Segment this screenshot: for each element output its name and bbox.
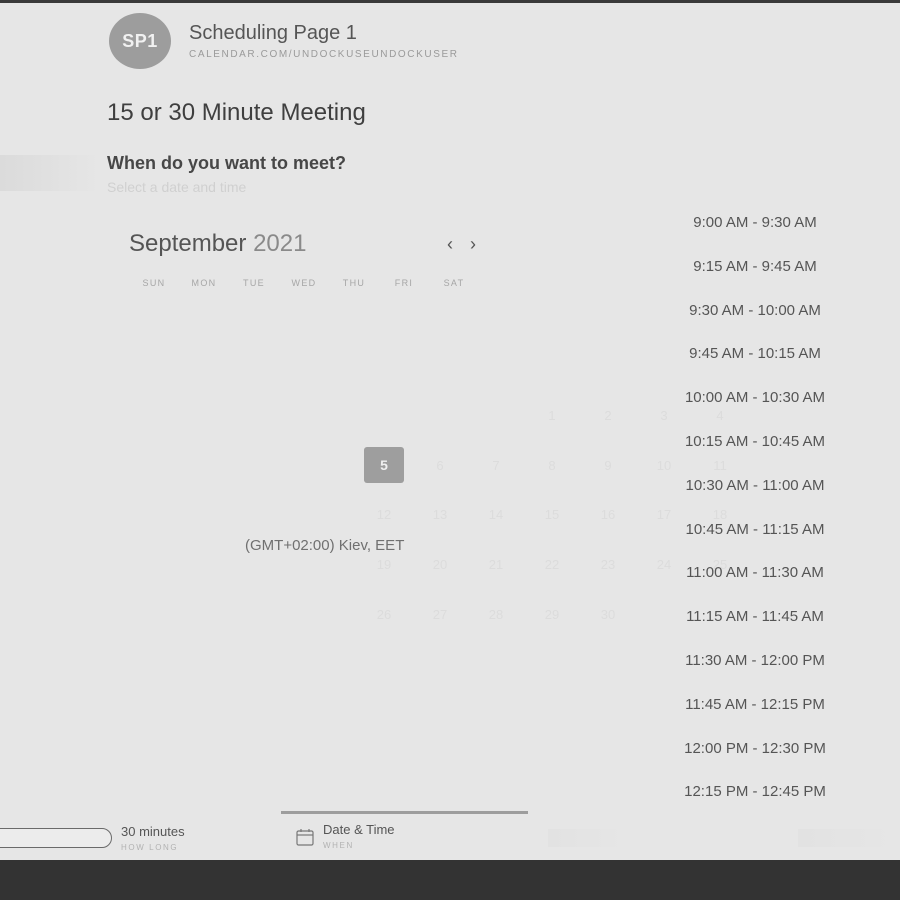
- calendar-day[interactable]: 9: [588, 447, 628, 483]
- time-slot[interactable]: 11:15 AM - 11:45 AM: [675, 597, 835, 637]
- left-shadow-strip: [0, 155, 100, 191]
- calendar-day[interactable]: 29: [532, 596, 572, 632]
- weekday-label: WED: [291, 278, 317, 288]
- time-slot[interactable]: 12:00 PM - 12:30 PM: [675, 729, 835, 769]
- duration-toggle[interactable]: [0, 828, 112, 848]
- time-slot[interactable]: 10:00 AM - 10:30 AM: [675, 378, 835, 418]
- calendar-day[interactable]: 30: [588, 596, 628, 632]
- weekday-label: TUE: [243, 278, 265, 288]
- time-slot[interactable]: 11:45 AM - 12:15 PM: [675, 685, 835, 725]
- calendar-day[interactable]: 15: [532, 496, 572, 532]
- select-hint: Select a date and time: [107, 179, 247, 195]
- next-month-button[interactable]: ›: [464, 233, 482, 255]
- calendar-icon: [296, 829, 314, 846]
- time-slot[interactable]: 9:00 AM - 9:30 AM: [675, 203, 835, 243]
- bottom-bar: [0, 860, 900, 900]
- weekday-label: FRI: [394, 278, 414, 288]
- calendar-day[interactable]: 7: [476, 447, 516, 483]
- duration-caption: HOW LONG: [121, 843, 179, 852]
- time-slot[interactable]: 9:30 AM - 10:00 AM: [675, 291, 835, 331]
- calendar-day[interactable]: 16: [588, 496, 628, 532]
- weekday-label: SAT: [443, 278, 465, 288]
- avatar: SP1: [109, 13, 171, 69]
- time-slot[interactable]: 10:15 AM - 10:45 AM: [675, 422, 835, 462]
- calendar-day[interactable]: 20: [420, 546, 460, 582]
- datetime-step[interactable]: Date & Time: [323, 822, 395, 837]
- calendar-day[interactable]: 2: [588, 397, 628, 433]
- month-year: 2021: [253, 230, 307, 257]
- duration-value: 30 minutes: [121, 824, 185, 839]
- chevron-right-icon: ›: [470, 233, 476, 254]
- calendar-day[interactable]: 6: [420, 447, 460, 483]
- calendar-day[interactable]: 1: [532, 397, 572, 433]
- month-name: September: [129, 230, 247, 257]
- time-slot[interactable]: 9:15 AM - 9:45 AM: [675, 247, 835, 287]
- event-title: 15 or 30 Minute Meeting: [107, 99, 366, 126]
- weekday-header: SUN MON TUE WED THU FRI SAT: [129, 278, 479, 288]
- time-slot[interactable]: 10:45 AM - 11:15 AM: [675, 510, 835, 550]
- calendar-day[interactable]: 14: [476, 496, 516, 532]
- time-slot[interactable]: 10:30 AM - 11:00 AM: [675, 466, 835, 506]
- scheduling-page: SP1 Scheduling Page 1 CALENDAR.COM/UNDOC…: [0, 3, 900, 860]
- calendar-day[interactable]: 23: [588, 546, 628, 582]
- calendar-day[interactable]: 26: [364, 596, 404, 632]
- page-name: Scheduling Page 1: [189, 22, 357, 44]
- chevron-left-icon: ‹: [447, 233, 453, 254]
- weekday-label: MON: [191, 278, 217, 288]
- weekday-label: THU: [342, 278, 366, 288]
- calendar-day[interactable]: 27: [420, 596, 460, 632]
- month-label: September 2021: [129, 230, 306, 258]
- weekday-label: SUN: [142, 278, 166, 288]
- step-placeholder-4: [798, 829, 898, 847]
- step-placeholder-3: [548, 829, 628, 847]
- meet-question: When do you want to meet?: [107, 153, 346, 173]
- selected-day[interactable]: 5: [364, 447, 404, 483]
- calendar-day[interactable]: 12: [364, 496, 404, 532]
- calendar-day[interactable]: 22: [532, 546, 572, 582]
- time-slot[interactable]: 9:45 AM - 10:15 AM: [675, 334, 835, 374]
- active-step-indicator: [281, 811, 528, 814]
- datetime-caption: WHEN: [323, 841, 354, 850]
- calendar-day[interactable]: 8: [532, 447, 572, 483]
- time-slot[interactable]: 12:15 PM - 12:45 PM: [675, 772, 835, 812]
- calendar-day[interactable]: 28: [476, 596, 516, 632]
- page-url[interactable]: CALENDAR.COM/UNDOCKUSEUNDOCKUSER: [189, 49, 459, 60]
- calendar-day[interactable]: 13: [420, 496, 460, 532]
- time-slot[interactable]: 11:00 AM - 11:30 AM: [675, 553, 835, 593]
- prev-month-button[interactable]: ‹: [441, 233, 459, 255]
- timezone-selector[interactable]: (GMT+02:00) Kiev, EET: [245, 537, 404, 554]
- time-slot[interactable]: 11:30 AM - 12:00 PM: [675, 641, 835, 681]
- calendar-day[interactable]: 21: [476, 546, 516, 582]
